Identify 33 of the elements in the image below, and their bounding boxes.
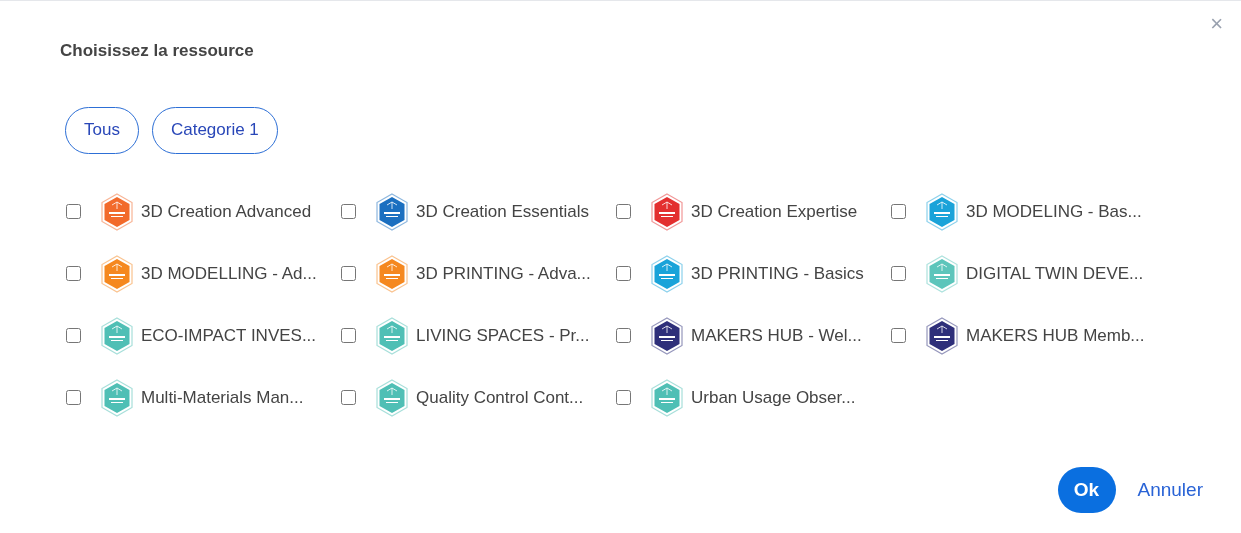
resource-name: 3D Creation Essentials [416,200,589,223]
resource-checkbox[interactable] [616,266,631,281]
resource-name: 3D MODELING - Bas... [966,200,1142,223]
resource-name: 3D PRINTING - Adva... [416,262,591,285]
cancel-button[interactable]: Annuler [1137,475,1203,505]
resource-name: 3D Creation Expertise [691,200,858,223]
resource-name: DIGITAL TWIN DEVE... [966,262,1144,285]
resource-checkbox[interactable] [616,390,631,405]
resource-name: LIVING SPACES - Pr... [416,324,590,347]
resource-checkbox[interactable] [891,204,906,219]
dialog-title: Choisissez la ressource [60,40,255,62]
resource-checkbox[interactable] [891,266,906,281]
resource-checkbox[interactable] [341,390,356,405]
resource-name: 3D Creation Advanced [141,200,312,223]
resource-name: ECO-IMPACT INVES... [141,324,317,347]
resource-name: MAKERS HUB - Wel... [691,324,862,347]
resource-checkbox[interactable] [341,328,356,343]
resource-name: Quality Control Cont... [416,386,584,409]
resource-name: Urban Usage Obser... [691,386,856,409]
resource-checkbox[interactable] [66,266,81,281]
resource-checkbox[interactable] [616,204,631,219]
resource-checkbox[interactable] [66,390,81,405]
resource-checkbox[interactable] [616,328,631,343]
resource-checkbox[interactable] [66,328,81,343]
resource-name: 3D MODELLING - Ad... [141,262,317,285]
resource-checkbox[interactable] [341,266,356,281]
ok-button[interactable]: Ok [1057,467,1116,513]
resource-name: MAKERS HUB Memb... [966,324,1145,347]
resource-name: Multi-Materials Man... [141,386,304,409]
resource-checkbox[interactable] [891,328,906,343]
resource-checkbox[interactable] [341,204,356,219]
resource-checkbox[interactable] [66,204,81,219]
resource-name: 3D PRINTING - Basics [691,262,864,285]
